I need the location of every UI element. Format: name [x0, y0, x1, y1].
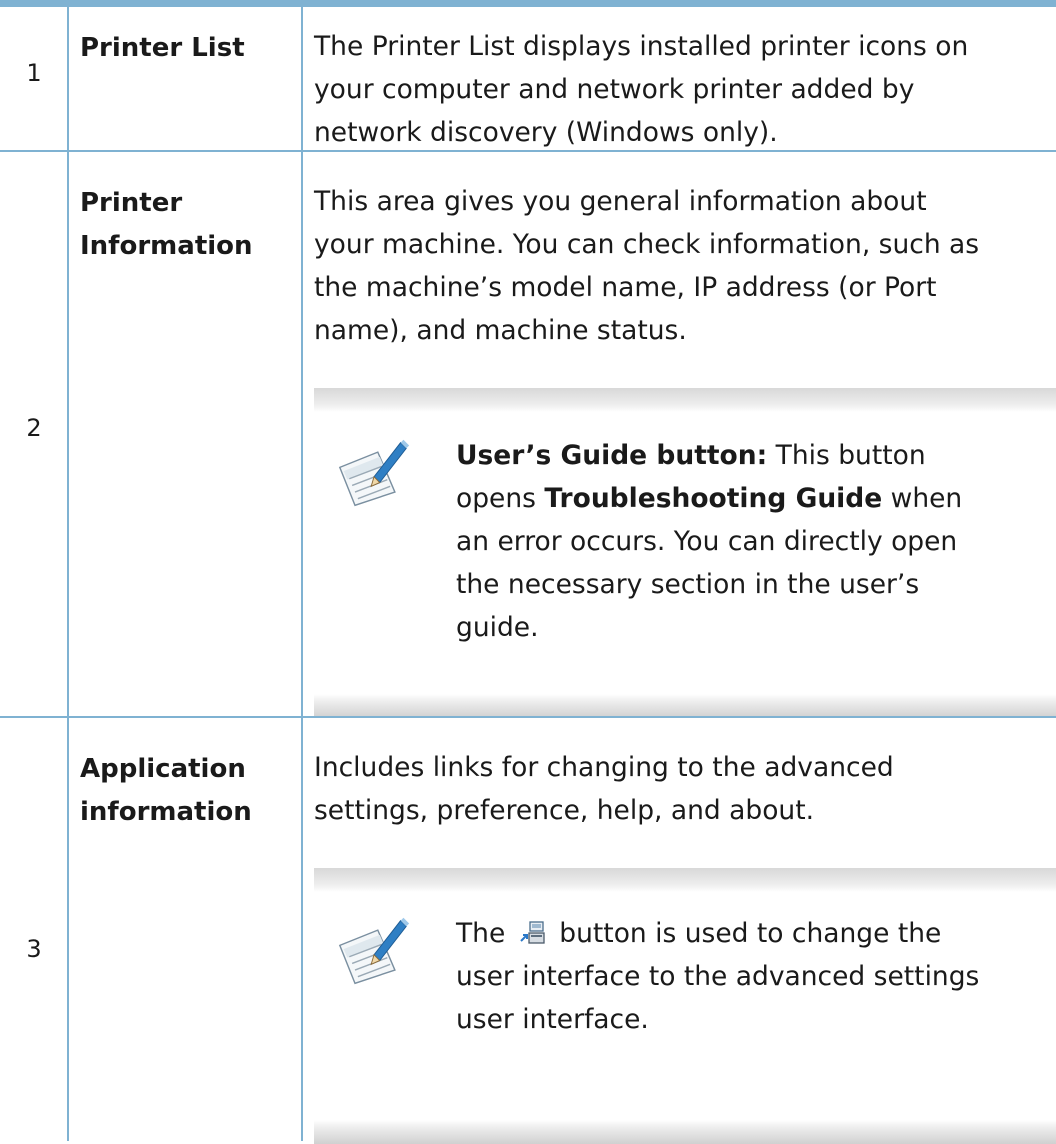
note-text-fragment: button is used to change the [559, 918, 942, 949]
row-description: The Printer List displays installed prin… [314, 25, 1056, 154]
note-text-fragment: This button [767, 440, 926, 471]
desc-line: settings, preference, help, and about. [314, 795, 815, 826]
note-bold-term: Troubleshooting Guide [544, 483, 883, 514]
row-name-line: Information [80, 231, 253, 261]
note-box: The button is used to change the user in… [314, 868, 1056, 1144]
desc-line: The Printer List displays installed prin… [314, 31, 969, 62]
row-name-line: Printer List [80, 33, 245, 63]
note-bottom-bar [314, 1120, 1056, 1144]
note-line: an error occurs. You can directly open [456, 526, 958, 557]
note-line: user interface to the advanced settings [456, 961, 980, 992]
table-row: 2 Printer Information This area gives yo… [0, 152, 1056, 718]
row-description: This area gives you general information … [314, 180, 1056, 352]
note-pencil-icon [339, 917, 410, 985]
row-name-line: Application [80, 754, 246, 784]
row-number: 1 [26, 59, 42, 87]
desc-line: name), and machine status. [314, 315, 687, 346]
desc-line: your computer and network printer added … [314, 74, 915, 105]
note-box: User’s Guide button: This button opens T… [314, 388, 1056, 718]
note-top-bar [314, 388, 1056, 412]
switch-ui-icon [520, 921, 545, 944]
table-row: 3 Application information Includes links… [0, 718, 1056, 1144]
note-bottom-bar [314, 694, 1056, 718]
desc-line: the machine’s model name, IP address (or… [314, 272, 937, 303]
note-text: User’s Guide button: This button opens T… [456, 434, 1056, 649]
desc-line: network discovery (Windows only). [314, 117, 778, 148]
row-name: Printer List [80, 27, 270, 70]
row-name-line: information [80, 797, 252, 827]
row-description: Includes links for changing to the advan… [314, 746, 1056, 832]
row-number: 2 [26, 414, 42, 442]
row-name-line: Printer [80, 188, 183, 218]
note-text-fragment: opens [456, 483, 545, 514]
column-rule-left [67, 7, 69, 1141]
note-top-bar [314, 868, 1056, 892]
note-text-fragment: when [882, 483, 963, 514]
table-row: 1 Printer List The Printer List displays… [0, 7, 1056, 150]
note-bold-lead: User’s Guide button: [456, 440, 768, 471]
note-text: The button is used to change the user in… [456, 912, 1056, 1041]
desc-line: your machine. You can check information,… [314, 229, 980, 260]
row-name: Application information [80, 748, 270, 834]
desc-line: This area gives you general information … [314, 186, 927, 217]
note-text-fragment: The [456, 918, 506, 949]
row-name: Printer Information [80, 182, 270, 268]
note-line: user interface. [456, 1004, 649, 1035]
desc-line: Includes links for changing to the advan… [314, 752, 894, 783]
column-rule-middle [301, 7, 303, 1141]
note-line: guide. [456, 612, 539, 643]
note-pencil-icon [339, 439, 410, 507]
note-line: the necessary section in the user’s [456, 569, 920, 600]
row-number: 3 [26, 935, 42, 963]
top-rule [0, 0, 1056, 7]
